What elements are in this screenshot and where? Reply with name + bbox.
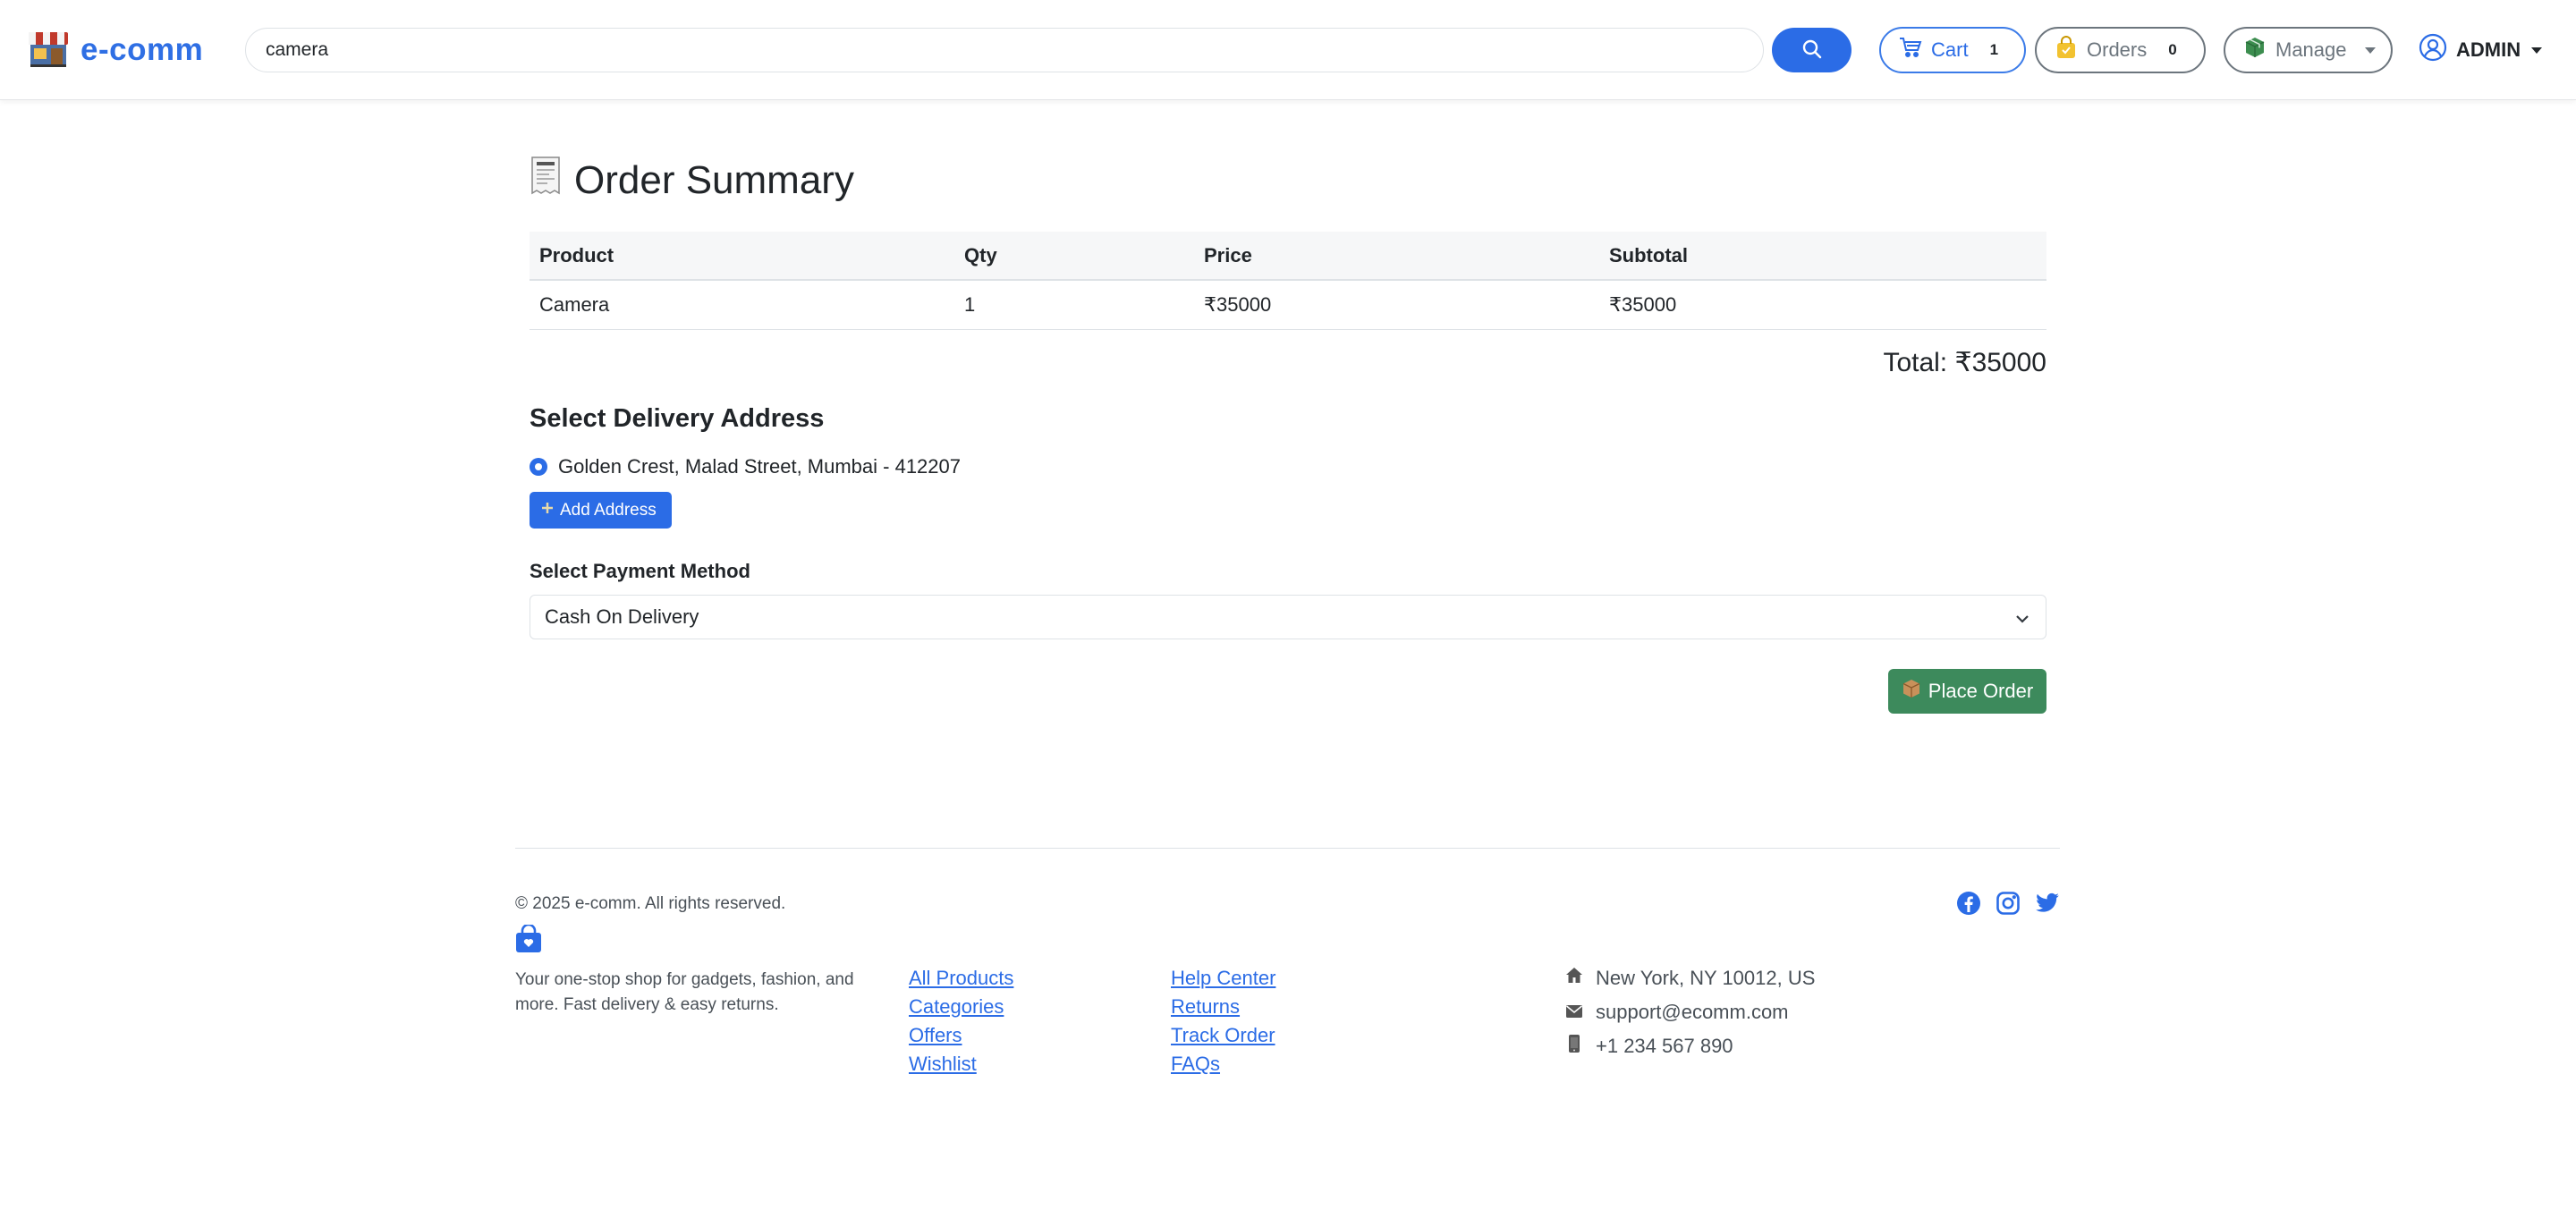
envelope-icon [1565, 1001, 1583, 1024]
footer-link-returns[interactable]: Returns [1171, 994, 1275, 1019]
chevron-down-icon [2364, 47, 2376, 54]
footer-links-shop: All Products Categories Offers Wishlist [909, 966, 1013, 1076]
orders-count-badge: 0 [2168, 41, 2177, 58]
column-header-qty: Qty [954, 232, 1194, 281]
brand-name: e-comm [80, 32, 204, 67]
social-links [1956, 891, 2060, 920]
package-icon [1902, 679, 1921, 704]
shopping-bag-icon [2055, 36, 2078, 64]
payment-method-value: Cash On Delivery [545, 605, 699, 628]
cell-price: ₹35000 [1194, 280, 1599, 330]
place-order-button[interactable]: Place Order [1888, 669, 2046, 714]
contact-phone: +1 234 567 890 [1565, 1034, 1815, 1059]
user-menu[interactable]: ADMIN [2419, 30, 2543, 70]
footer-link-offers[interactable]: Offers [909, 1023, 1013, 1047]
page-title-text: Order Summary [574, 157, 854, 202]
package-icon [2243, 36, 2267, 64]
place-order-label: Place Order [1928, 680, 2034, 702]
table-row: Camera 1 ₹35000 ₹35000 [530, 280, 2046, 330]
add-address-label: Add Address [560, 500, 657, 520]
order-table-header: Product Qty Price Subtotal [530, 232, 2046, 281]
address-heading: Select Delivery Address [530, 404, 825, 433]
address-text: Golden Crest, Malad Street, Mumbai - 412… [558, 455, 962, 478]
contact-phone-text: +1 234 567 890 [1596, 1035, 1733, 1057]
chevron-down-icon [2015, 605, 2029, 629]
home-icon [1565, 967, 1583, 990]
manage-label: Manage [2275, 38, 2347, 61]
footer-contact: New York, NY 10012, US support@ecomm.com… [1565, 966, 1815, 1059]
footer-divider [515, 848, 2060, 849]
orders-label: Orders [2087, 38, 2148, 61]
search-icon [1801, 38, 1823, 63]
footer-link-help-center[interactable]: Help Center [1171, 966, 1275, 990]
footer-link-wishlist[interactable]: Wishlist [909, 1052, 1013, 1076]
payment-method-label: Select Payment Method [530, 560, 750, 582]
shopping-bag-icon [515, 923, 542, 958]
column-header-price: Price [1194, 232, 1599, 281]
page-title: Order Summary [530, 156, 854, 205]
contact-address-text: New York, NY 10012, US [1596, 967, 1816, 989]
plus-icon [540, 501, 555, 520]
payment-method-select[interactable]: Cash On Delivery [530, 595, 2046, 639]
address-radio[interactable] [530, 458, 547, 476]
facebook-icon[interactable] [1956, 891, 1981, 920]
chevron-down-icon [2531, 47, 2543, 54]
instagram-icon[interactable] [1996, 891, 2021, 920]
footer-link-categories[interactable]: Categories [909, 994, 1013, 1019]
cell-product: Camera [530, 280, 954, 330]
cell-subtotal: ₹35000 [1599, 280, 2046, 330]
twitter-icon[interactable] [2035, 891, 2060, 920]
cart-count-badge: 1 [1989, 41, 1999, 58]
search-button[interactable] [1772, 28, 1852, 72]
user-avatar-icon [2419, 33, 2447, 67]
footer-link-all-products[interactable]: All Products [909, 966, 1013, 990]
search-input[interactable] [245, 28, 1764, 72]
receipt-icon [530, 156, 562, 205]
store-icon [27, 29, 70, 72]
cart-label: Cart [1931, 38, 1969, 61]
brand-link[interactable]: e-comm [27, 27, 203, 73]
user-name: ADMIN [2456, 38, 2521, 61]
add-address-button[interactable]: Add Address [530, 492, 672, 529]
footer-links-support: Help Center Returns Track Order FAQs [1171, 966, 1275, 1076]
footer-link-track-order[interactable]: Track Order [1171, 1023, 1275, 1047]
navbar: e-comm Cart 1 Orders 0 [0, 0, 2576, 100]
cell-qty: 1 [954, 280, 1194, 330]
order-total: Total: ₹35000 [1883, 348, 2046, 377]
cart-icon [1899, 37, 1922, 63]
column-header-product: Product [530, 232, 954, 281]
footer-tagline: Your one-stop shop for gadgets, fashion,… [515, 970, 854, 1014]
footer-link-faqs[interactable]: FAQs [1171, 1052, 1275, 1076]
contact-address: New York, NY 10012, US [1565, 966, 1815, 991]
phone-icon [1565, 1034, 1583, 1059]
contact-email-text: support@ecomm.com [1596, 1001, 1789, 1023]
contact-email: support@ecomm.com [1565, 1000, 1815, 1025]
manage-dropdown[interactable]: Manage [2224, 27, 2393, 73]
copyright-text: © 2025 e-comm. All rights reserved. [515, 894, 786, 913]
cart-button[interactable]: Cart 1 [1879, 27, 2026, 73]
address-option[interactable]: Golden Crest, Malad Street, Mumbai - 412… [530, 455, 961, 478]
order-table: Product Qty Price Subtotal Camera 1 ₹350… [530, 232, 2046, 330]
orders-button[interactable]: Orders 0 [2035, 27, 2206, 73]
column-header-subtotal: Subtotal [1599, 232, 2046, 281]
